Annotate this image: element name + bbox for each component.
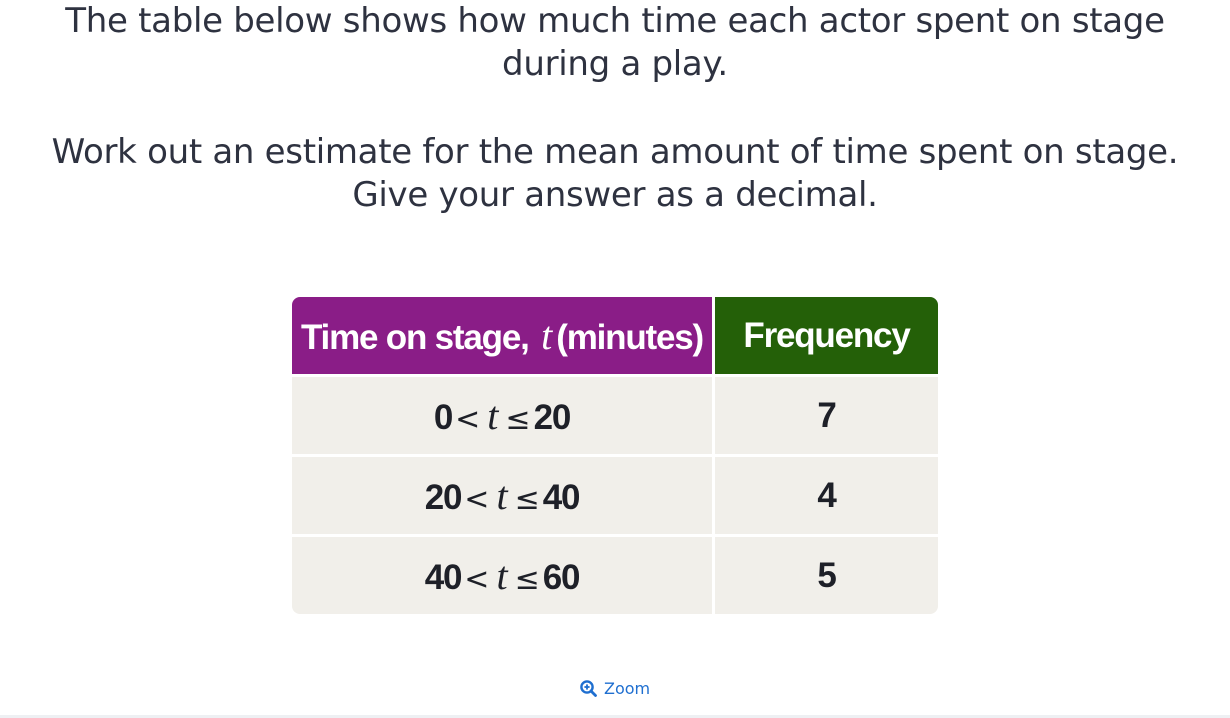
interval-lower: 0 bbox=[433, 398, 453, 437]
table-row: 20 < t ≤40 4 bbox=[292, 454, 938, 534]
frequency-table-container: Time on stage, t (minutes) Frequency 0 < t ≤… bbox=[292, 297, 938, 614]
interval-upper: 40 bbox=[542, 478, 581, 517]
interval-cell: 20 < t ≤40 bbox=[292, 454, 715, 534]
frequency-table: Time on stage, t (minutes) Frequency 0 < t ≤… bbox=[292, 297, 938, 614]
less-than-symbol: < bbox=[455, 402, 481, 437]
header-time-prefix: Time on stage, bbox=[301, 318, 530, 357]
frequency-cell: 5 bbox=[715, 534, 938, 614]
less-than-symbol: < bbox=[464, 482, 490, 517]
header-frequency: Frequency bbox=[715, 297, 938, 374]
question-intro: The table below shows how much time each… bbox=[0, 0, 1230, 86]
zoom-in-magnifier-icon bbox=[580, 679, 597, 697]
less-than-symbol: < bbox=[464, 562, 490, 597]
less-or-equal-symbol: ≤ bbox=[514, 562, 540, 597]
interval-cell: 0 < t ≤20 bbox=[292, 374, 715, 454]
interval-upper: 60 bbox=[542, 558, 581, 597]
question-task-line-1: Work out an estimate for the mean amount… bbox=[51, 132, 1179, 172]
table-header-row: Time on stage, t (minutes) Frequency bbox=[292, 297, 938, 374]
frequency-cell: 7 bbox=[715, 374, 938, 454]
question-intro-line-1: The table below shows how much time each… bbox=[65, 1, 1165, 41]
table-row: 0 < t ≤20 7 bbox=[292, 374, 938, 454]
table-row: 40 < t ≤60 5 bbox=[292, 534, 938, 614]
less-or-equal-symbol: ≤ bbox=[514, 482, 540, 517]
interval-variable: t bbox=[496, 473, 508, 518]
question-intro-line-2: during a play. bbox=[502, 44, 728, 84]
zoom-label: Zoom bbox=[604, 678, 651, 698]
question-task-line-2: Give your answer as a decimal. bbox=[352, 175, 878, 215]
question-task: Work out an estimate for the mean amount… bbox=[0, 131, 1230, 217]
interval-variable: t bbox=[487, 393, 499, 438]
interval-lower: 20 bbox=[424, 478, 463, 517]
interval-variable: t bbox=[496, 553, 508, 598]
header-time-variable: t bbox=[541, 313, 553, 358]
frequency-cell: 4 bbox=[715, 454, 938, 534]
header-time-on-stage: Time on stage, t (minutes) bbox=[292, 297, 715, 374]
interval-lower: 40 bbox=[424, 558, 463, 597]
interval-upper: 20 bbox=[533, 398, 572, 437]
header-time-suffix: (minutes) bbox=[556, 318, 704, 357]
zoom-button[interactable]: Zoom bbox=[580, 677, 650, 699]
interval-cell: 40 < t ≤60 bbox=[292, 534, 715, 614]
less-or-equal-symbol: ≤ bbox=[505, 402, 531, 437]
